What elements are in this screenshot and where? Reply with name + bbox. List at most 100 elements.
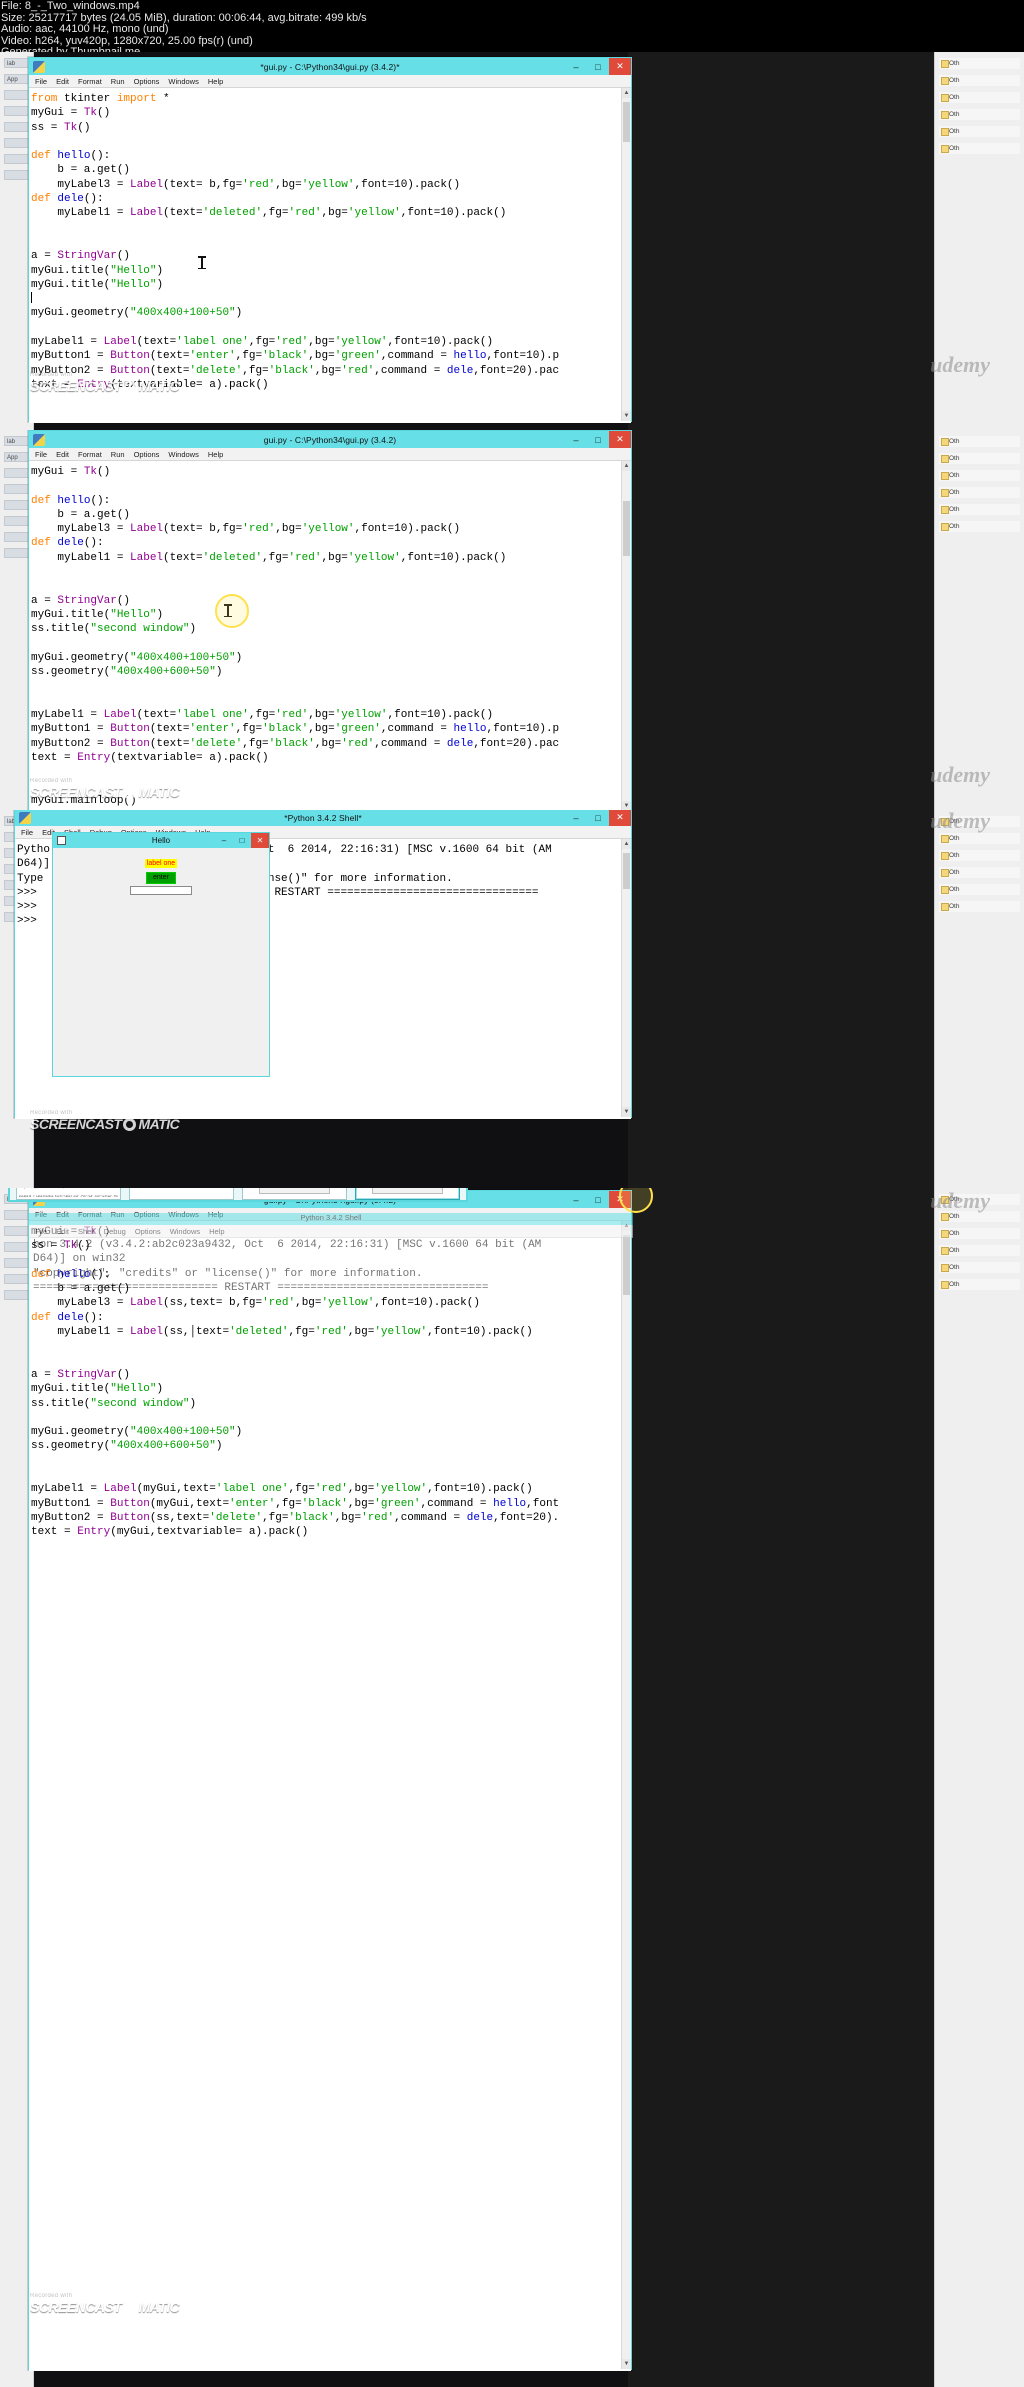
desktop-tile[interactable]: Oth [939,884,1020,895]
desktop-tile[interactable] [4,468,29,478]
taskbar-thumb-preview[interactable] [355,1188,460,1200]
menu-bar-1[interactable]: File Edit Format Run Options Windows Hel… [29,75,631,88]
desktop-tile[interactable]: Oth [939,1279,1020,1290]
menu-item-options[interactable]: Options [134,450,160,459]
desktop-tile[interactable]: Oth [939,1228,1020,1239]
menu-item-windows[interactable]: Windows [168,1210,198,1219]
scrollbar-thumb[interactable] [623,1235,630,1295]
desktop-tile[interactable]: Oth [939,143,1020,154]
desktop-tile[interactable] [4,484,29,494]
menu-bar-2[interactable]: File Edit Format Run Options Windows Hel… [29,448,631,461]
menu-item-format[interactable]: Format [78,450,102,459]
menu-item-run[interactable]: Run [111,450,125,459]
desktop-tile[interactable]: App [4,452,29,462]
desktop-tile[interactable]: Oth [939,1211,1020,1222]
menu-item-help[interactable]: Help [208,450,223,459]
menu-item-help[interactable]: Help [208,1210,223,1219]
menu-item-run[interactable]: Run [111,1210,125,1219]
desktop-tile[interactable]: Oth [939,521,1020,532]
vertical-scrollbar-1[interactable]: ▲ ▼ [621,88,631,421]
desktop-tile[interactable]: Oth [939,1194,1020,1205]
scrollbar-thumb[interactable] [623,102,630,142]
menu-item-options[interactable]: Options [134,1210,160,1219]
scrollbar-thumb[interactable] [623,853,630,889]
desktop-tile[interactable] [4,170,29,180]
desktop-tile[interactable] [4,532,29,542]
idle-editor-window-1[interactable]: *gui.py - C:\Python34\gui.py (3.4.2)* – … [28,57,632,423]
code-editor-area-2[interactable]: myGui = Tk() def hello(): b = a.get() my… [29,461,631,812]
desktop-tile[interactable]: Oth [939,850,1020,861]
menu-item-edit[interactable]: Edit [56,450,69,459]
tk-title-bar-hello[interactable]: Hello – □ ✕ [53,833,269,848]
desktop-tile[interactable]: Oth [939,1245,1020,1256]
desktop-tile[interactable]: Oth [939,1262,1020,1273]
menu-item-file[interactable]: File [35,450,47,459]
menu-item-windows[interactable]: Windows [168,77,198,86]
desktop-tile[interactable] [4,548,29,558]
desktop-tile[interactable] [4,516,29,526]
menu-item-file[interactable]: File [35,77,47,86]
taskbar-thumb-preview[interactable]: myGui = Tk() ss = Tk() def hello(): b = … [16,1188,121,1200]
vertical-scrollbar-shell-3[interactable]: ▲ ▼ [621,839,631,1117]
desktop-tile[interactable] [4,122,29,132]
scrollbar-thumb[interactable] [623,501,630,556]
desktop-tile[interactable]: Oth [939,58,1020,69]
desktop-tile[interactable]: Oth [939,833,1020,844]
code-editor-area-1[interactable]: from tkinter import * myGui = Tk() ss = Tk… [29,88,631,423]
desktop-tile[interactable]: Oth [939,487,1020,498]
scroll-down-arrow-icon[interactable]: ▼ [622,1107,631,1117]
menu-item-help[interactable]: Help [208,77,223,86]
desktop-tile[interactable] [4,1242,29,1252]
title-bar-shell-3[interactable]: *Python 3.4.2 Shell* – □ ✕ [15,810,631,826]
desktop-tile[interactable]: Oth [939,75,1020,86]
taskbar-thumb-second-window[interactable]: second window [242,1188,347,1200]
scroll-up-arrow-icon[interactable]: ▲ [622,1221,631,1231]
scroll-up-arrow-icon[interactable]: ▲ [622,461,631,471]
desktop-tile[interactable] [4,138,29,148]
title-bar-2[interactable]: gui.py - C:\Python34\gui.py (3.4.2) – □ … [29,431,631,448]
menu-item-options[interactable]: Options [134,77,160,86]
scroll-up-arrow-icon[interactable]: ▲ [622,839,631,849]
taskbar-thumb-gui[interactable]: gui.py - C:\Python34\gui.py (3... myGui … [16,1188,121,1200]
tk-app-window-hello[interactable]: Hello – □ ✕ label one enter [52,832,270,1077]
desktop-tile[interactable]: lab [4,58,29,68]
desktop-tile[interactable] [4,1210,29,1220]
desktop-tile[interactable] [4,1274,29,1284]
desktop-tile[interactable]: Oth [939,470,1020,481]
taskbar-thumb-shell[interactable]: *Python 3.4.2 Shell* hon 3.4.2 (v3.4.2:a… [129,1188,234,1200]
menu-item-edit[interactable]: Edit [56,1210,69,1219]
tk-enter-button[interactable]: enter [146,872,176,884]
vertical-scrollbar-2[interactable]: ▲ ▼ [621,461,631,811]
idle-editor-window-4[interactable]: gui.py - C:\Python34\gui.py (3.4.2) – □ … [28,1188,653,2371]
scroll-down-arrow-icon[interactable]: ▼ [622,2359,631,2369]
desktop-tile[interactable] [4,1226,29,1236]
idle-editor-window-2[interactable]: gui.py - C:\Python34\gui.py (3.4.2) – □ … [28,430,632,812]
taskbar-thumbnail-strip[interactable]: gui.py - C:\Python34\gui.py (3... myGui … [8,1188,468,1202]
vertical-scrollbar-4[interactable]: ▲ ▼ [621,1221,631,2369]
desktop-tile[interactable] [4,1258,29,1268]
desktop-tile[interactable] [4,500,29,510]
menu-item-file[interactable]: File [35,1210,47,1219]
menu-item-run[interactable]: Run [111,77,125,86]
menu-item-format[interactable]: Format [78,77,102,86]
desktop-tile[interactable]: Oth [939,901,1020,912]
taskbar-thumb-preview[interactable]: hon 3.4.2 (v3.4.2:ab2c023a9432, Oct 6 20… [129,1188,234,1200]
scroll-up-arrow-icon[interactable]: ▲ [622,88,631,98]
desktop-tile[interactable]: Oth [939,867,1020,878]
menu-item-file[interactable]: File [21,828,33,837]
desktop-tile[interactable]: Oth [939,453,1020,464]
menu-item-windows[interactable]: Windows [168,450,198,459]
menu-bar-4[interactable]: File Edit Format Run Options Windows Hel… [29,1208,631,1221]
desktop-tile[interactable]: Oth [939,504,1020,515]
desktop-tile[interactable] [4,154,29,164]
desktop-tile[interactable] [4,90,29,100]
desktop-tile[interactable]: App [4,74,29,84]
tk-entry-field[interactable] [130,886,192,895]
menu-item-format[interactable]: Format [78,1210,102,1219]
taskbar-thumb-preview[interactable] [242,1188,347,1200]
desktop-tile[interactable]: Oth [939,109,1020,120]
scroll-down-arrow-icon[interactable]: ▼ [622,411,631,421]
title-bar-1[interactable]: *gui.py - C:\Python34\gui.py (3.4.2)* – … [29,58,631,75]
desktop-tile[interactable]: Oth [939,816,1020,827]
desktop-tile[interactable]: lab [4,436,29,446]
